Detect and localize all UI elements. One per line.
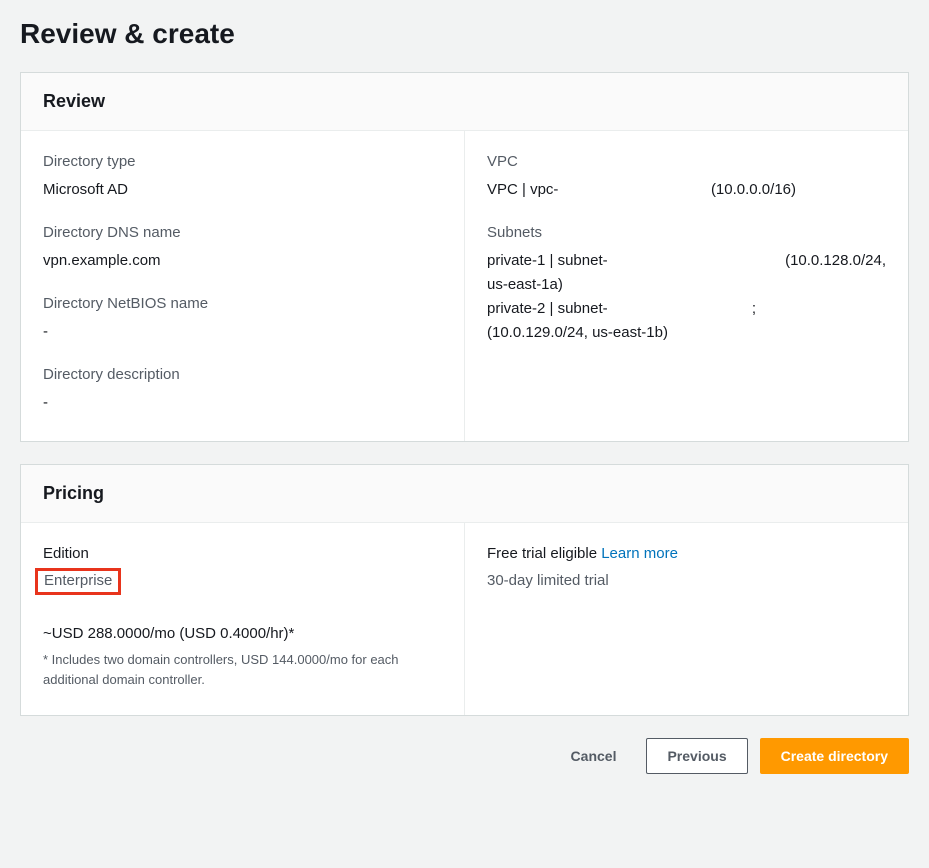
pricing-panel: Pricing Edition Enterprise ~USD 288.0000… xyxy=(20,464,909,716)
field-subnets: Subnets private-1 | subnet- (10.0.128.0/… xyxy=(487,224,886,345)
value-price-note: * Includes two domain controllers, USD 1… xyxy=(43,650,442,689)
subnet-2-cidr-az: (10.0.129.0/24, us-east-1b) xyxy=(487,321,886,345)
cancel-button[interactable]: Cancel xyxy=(553,739,635,773)
subnet-2-id: private-2 | subnet- xyxy=(487,297,740,321)
review-header: Review xyxy=(21,73,908,131)
learn-more-link[interactable]: Learn more xyxy=(601,545,678,562)
footer-actions: Cancel Previous Create directory xyxy=(20,738,909,774)
pricing-heading: Pricing xyxy=(43,483,886,504)
value-netbios: - xyxy=(43,320,442,344)
subnet-2-suffix: ; xyxy=(752,297,886,321)
value-dns-name: vpn.example.com xyxy=(43,249,442,273)
label-directory-type: Directory type xyxy=(43,153,442,170)
label-netbios: Directory NetBIOS name xyxy=(43,295,442,312)
label-dns-name: Directory DNS name xyxy=(43,224,442,241)
pricing-right-column: Free trial eligible Learn more 30-day li… xyxy=(464,523,908,715)
field-vpc: VPC VPC | vpc- (10.0.0.0/16) xyxy=(487,153,886,202)
trial-text: Free trial eligible xyxy=(487,545,601,562)
label-subnets: Subnets xyxy=(487,224,886,241)
value-edition-highlighted: Enterprise xyxy=(35,568,121,595)
pricing-left-column: Edition Enterprise ~USD 288.0000/mo (USD… xyxy=(21,523,464,715)
label-edition: Edition xyxy=(43,545,442,562)
value-subnets: private-1 | subnet- (10.0.128.0/24, us-e… xyxy=(487,249,886,345)
trial-eligible-line: Free trial eligible Learn more xyxy=(487,545,886,562)
field-description: Directory description - xyxy=(43,366,442,415)
subnet-1-cidr: (10.0.128.0/24, xyxy=(785,249,886,273)
review-left-column: Directory type Microsoft AD Directory DN… xyxy=(21,131,464,441)
page-title: Review & create xyxy=(20,18,909,50)
subnet-1-az: us-east-1a) xyxy=(487,273,886,297)
vpc-id: VPC | vpc- xyxy=(487,178,699,202)
label-vpc: VPC xyxy=(487,153,886,170)
value-directory-type: Microsoft AD xyxy=(43,178,442,202)
trial-subtext: 30-day limited trial xyxy=(487,572,886,589)
pricing-header: Pricing xyxy=(21,465,908,523)
label-description: Directory description xyxy=(43,366,442,383)
create-directory-button[interactable]: Create directory xyxy=(760,738,909,774)
field-directory-type: Directory type Microsoft AD xyxy=(43,153,442,202)
vpc-cidr: (10.0.0.0/16) xyxy=(711,178,886,202)
value-vpc: VPC | vpc- (10.0.0.0/16) xyxy=(487,178,886,202)
value-price: ~USD 288.0000/mo (USD 0.4000/hr)* xyxy=(43,625,442,642)
value-description: - xyxy=(43,391,442,415)
review-heading: Review xyxy=(43,91,886,112)
review-panel: Review Directory type Microsoft AD Direc… xyxy=(20,72,909,442)
field-dns-name: Directory DNS name vpn.example.com xyxy=(43,224,442,273)
review-right-column: VPC VPC | vpc- (10.0.0.0/16) Subnets pri… xyxy=(464,131,908,441)
previous-button[interactable]: Previous xyxy=(646,738,747,774)
field-netbios: Directory NetBIOS name - xyxy=(43,295,442,344)
subnet-1-id: private-1 | subnet- xyxy=(487,249,773,273)
